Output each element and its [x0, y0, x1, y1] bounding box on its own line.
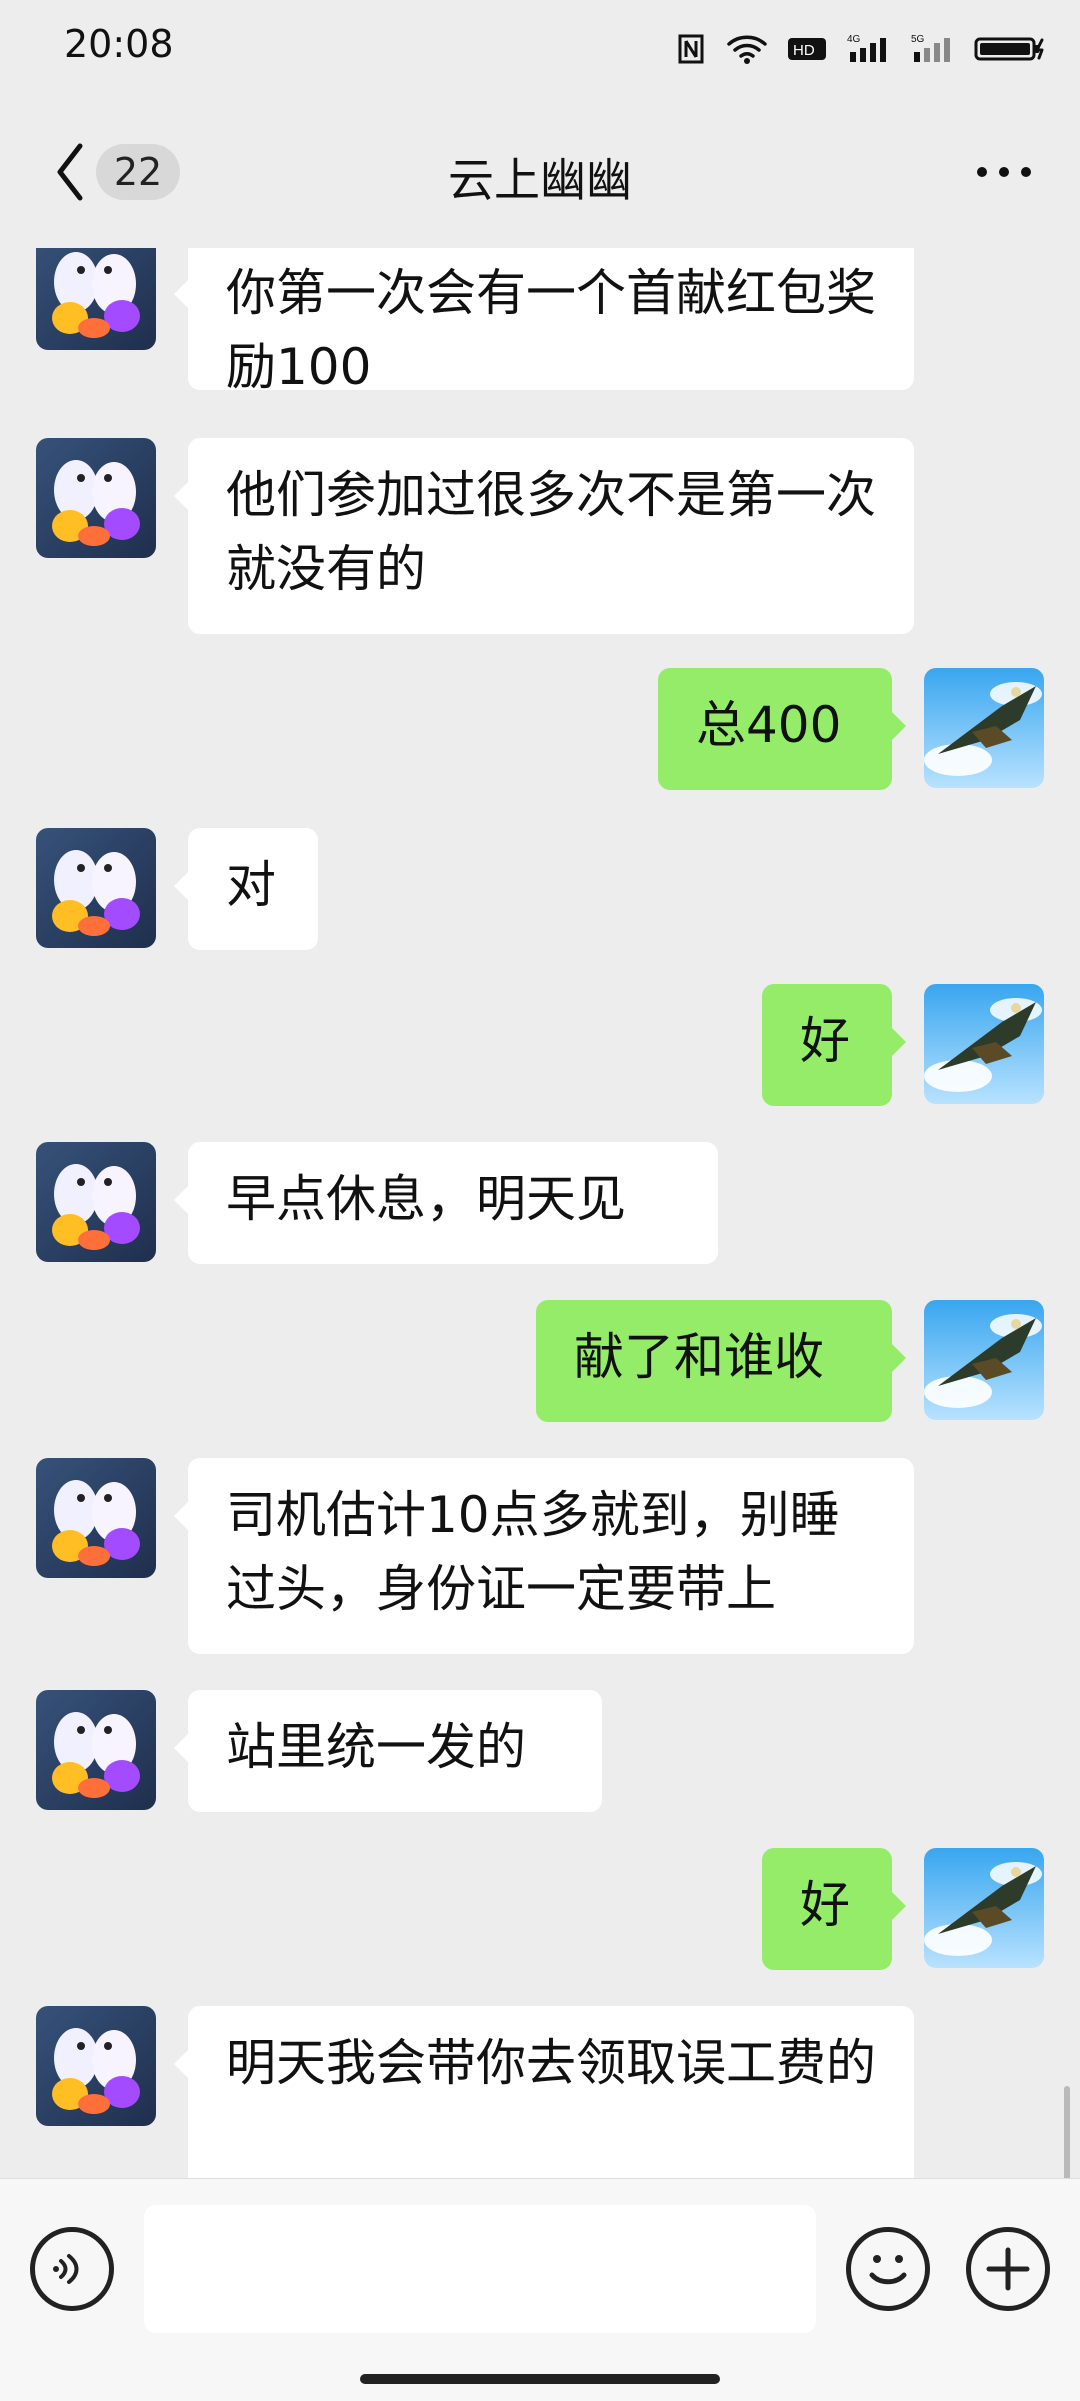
message-row: 司机估计10点多就到，别睡过头，身份证一定要带上 — [0, 1458, 1080, 1658]
message-text: 好 — [800, 1876, 850, 1934]
battery-icon — [974, 26, 1046, 72]
emoji-icon — [869, 2255, 907, 2285]
birds-avatar-icon[interactable] — [36, 438, 156, 558]
message-bubble[interactable]: 他们参加过很多次不是第一次就没有的 — [174, 438, 914, 634]
eagle-avatar-icon[interactable] — [924, 1848, 1044, 1968]
status-icons: HD 4G 5G — [674, 26, 1046, 72]
eagle-avatar-icon[interactable] — [924, 668, 1044, 788]
message-row: 好 — [0, 1848, 1080, 1972]
message-row: 早点休息，明天见 — [0, 1142, 1080, 1266]
message-row: 好 — [0, 984, 1080, 1108]
message-text: 站里统一发的 — [226, 1718, 526, 1776]
birds-avatar-icon[interactable] — [36, 2006, 156, 2126]
message-bubble[interactable]: 司机估计10点多就到，别睡过头，身份证一定要带上 — [174, 1458, 914, 1654]
home-indicator[interactable] — [360, 2374, 720, 2384]
message-text: 献了和谁收 — [574, 1328, 824, 1386]
message-text: 总400 — [696, 696, 842, 754]
chat-title: 云上幽幽 — [448, 153, 632, 207]
4g-badge-text: 4G — [847, 34, 861, 45]
message-row: 你第一次会有一个首献红包奖励100 — [0, 248, 1080, 396]
message-text: 他们参加过很多次不是第一次就没有的 — [226, 466, 876, 598]
message-text: 你第一次会有一个首献红包奖励100 — [226, 264, 876, 396]
hd-badge-text: HD — [793, 42, 815, 59]
plus-icon — [986, 2247, 1030, 2291]
message-text: 司机估计10点多就到，别睡过头，身份证一定要带上 — [226, 1486, 840, 1618]
message-row: 总400 — [0, 668, 1080, 792]
message-text: 早点休息，明天见 — [226, 1170, 626, 1228]
5g-signal-icon: 5G — [910, 26, 956, 72]
eagle-avatar-icon[interactable] — [924, 984, 1044, 1104]
voice-button[interactable] — [30, 2227, 114, 2311]
message-row: 他们参加过很多次不是第一次就没有的 — [0, 438, 1080, 638]
birds-avatar-icon[interactable] — [36, 1458, 156, 1578]
message-bubble[interactable]: 献了和谁收 — [536, 1300, 906, 1422]
message-bubble[interactable]: 明天我会带你去领取误工费的 — [174, 2006, 914, 2178]
message-input[interactable] — [144, 2205, 816, 2333]
message-composer — [0, 2178, 1080, 2401]
message-bubble[interactable]: 你第一次会有一个首献红包奖励100 — [174, 248, 914, 396]
birds-avatar-icon[interactable] — [36, 1690, 156, 1810]
message-bubble[interactable]: 总400 — [658, 668, 906, 790]
nfc-icon — [674, 26, 708, 72]
4g-signal-icon: 4G — [846, 26, 892, 72]
voice-icon — [53, 2254, 79, 2284]
message-row: 对 — [0, 828, 1080, 952]
message-bubble[interactable]: 站里统一发的 — [174, 1690, 602, 1812]
message-bubble[interactable]: 好 — [762, 984, 906, 1106]
hd-icon: HD — [786, 26, 828, 72]
scrollbar[interactable] — [1064, 2086, 1070, 2178]
birds-avatar-icon[interactable] — [36, 248, 156, 350]
wifi-icon — [726, 26, 768, 72]
eagle-avatar-icon[interactable] — [924, 1300, 1044, 1420]
more-icon — [977, 167, 1031, 177]
birds-avatar-icon[interactable] — [36, 1142, 156, 1262]
message-row: 献了和谁收 — [0, 1300, 1080, 1424]
birds-avatar-icon[interactable] — [36, 828, 156, 948]
plus-button[interactable] — [966, 2227, 1050, 2311]
status-bar: 20:08 HD 4G 5G — [0, 0, 1080, 98]
message-row: 明天我会带你去领取误工费的 — [0, 2006, 1080, 2178]
status-time: 20:08 — [64, 22, 174, 66]
message-bubble[interactable]: 对 — [174, 828, 318, 950]
more-button[interactable] — [958, 136, 1050, 208]
message-bubble[interactable]: 早点休息，明天见 — [174, 1142, 718, 1264]
message-text: 对 — [226, 856, 276, 914]
message-text: 明天我会带你去领取误工费的 — [226, 2034, 876, 2092]
5g-badge-text: 5G — [911, 34, 925, 45]
message-text: 好 — [800, 1012, 850, 1070]
chat-history[interactable]: 你第一次会有一个首献红包奖励100 他们参加过很多次不是第一次就没有的 总400… — [0, 248, 1080, 2178]
emoji-button[interactable] — [846, 2227, 930, 2311]
message-row: 站里统一发的 — [0, 1690, 1080, 1814]
chat-header: 22 云上幽幽 — [0, 98, 1080, 248]
message-bubble[interactable]: 好 — [762, 1848, 906, 1970]
